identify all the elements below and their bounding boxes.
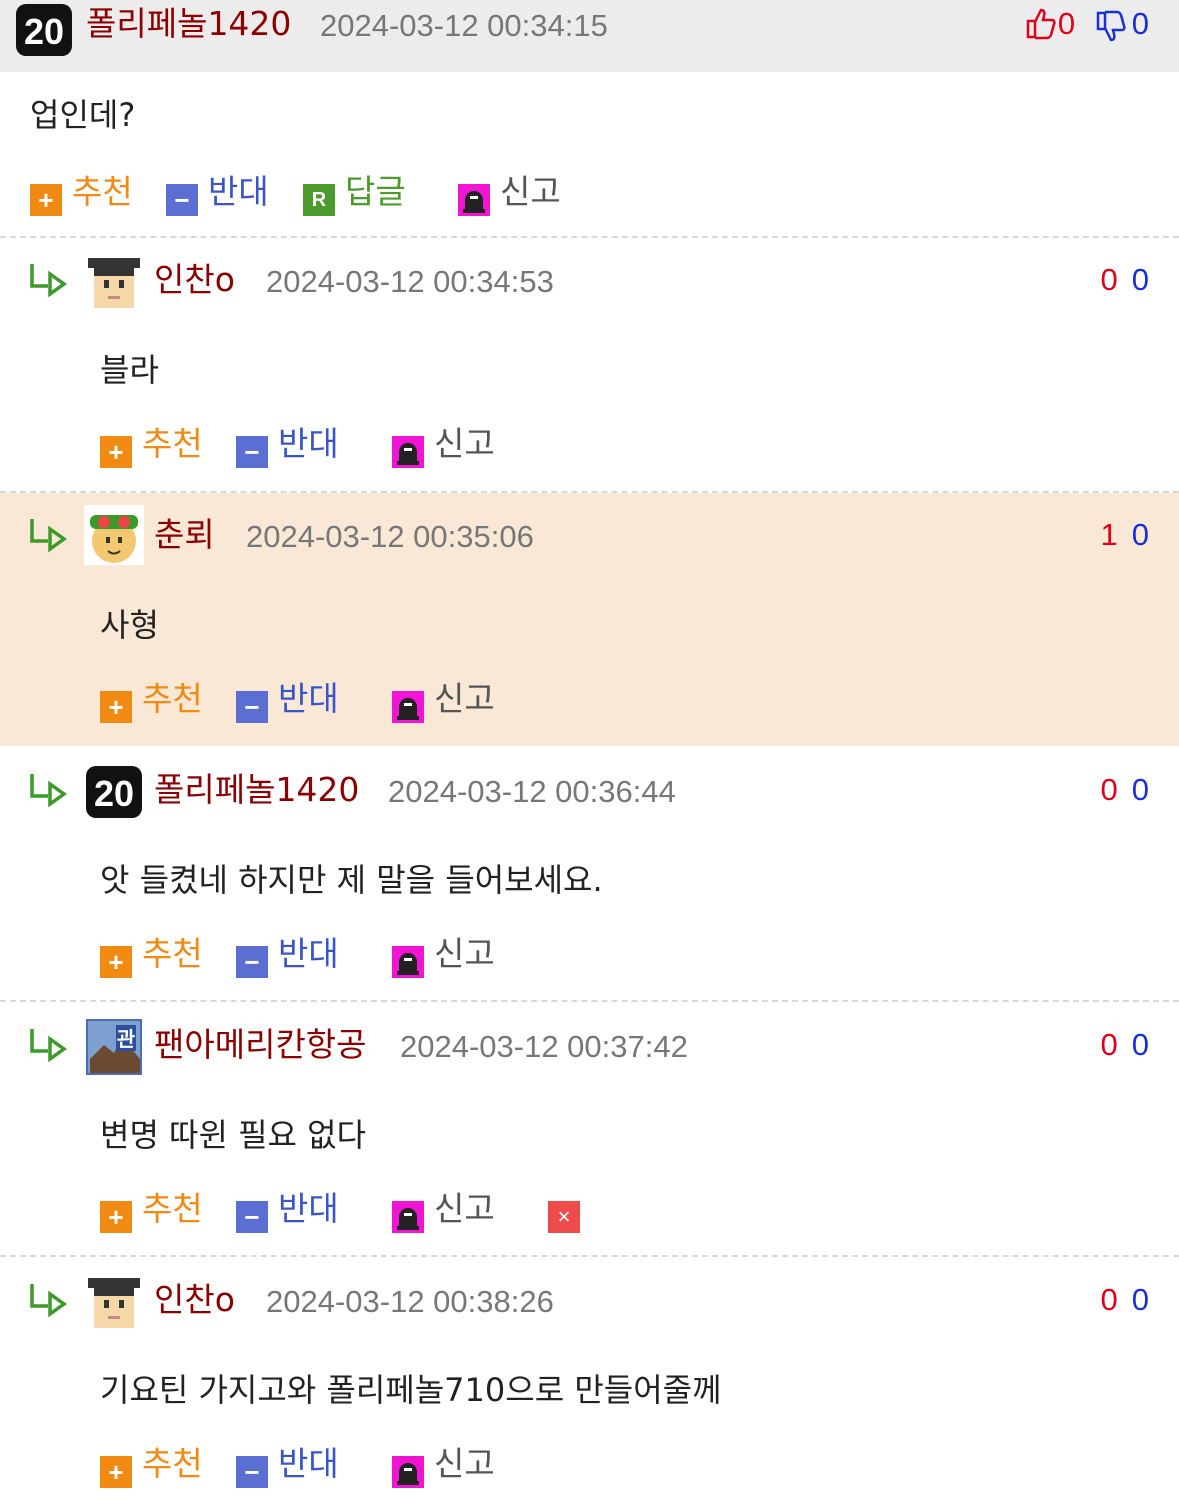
- comment-actions: + 추천 − 반대 R 답글 신고: [30, 172, 590, 216]
- comment-header: 20 폴리페놀1420 2024-03-12 00:34:15 0 0: [0, 0, 1179, 72]
- reply-r-icon: R: [303, 184, 335, 216]
- upvote-count: 0: [1100, 1027, 1118, 1062]
- minus-icon: −: [236, 946, 268, 978]
- svg-text:20: 20: [94, 773, 134, 814]
- comment-body: 기요틴 가지고와 폴리페놀710으로 만들어줄께: [100, 1371, 722, 1409]
- thumbs-up-icon[interactable]: [1024, 6, 1058, 40]
- upvote-count: 0: [1100, 772, 1118, 807]
- comment-actions: + 추천 − 반대 신고: [100, 679, 600, 723]
- comment-date: 2024-03-12 00:37:42: [400, 1029, 688, 1064]
- downvote-count: 0: [1131, 517, 1149, 552]
- plus-icon: +: [100, 436, 132, 468]
- siren-icon: [392, 1456, 424, 1488]
- vote-counts: 0 0: [1024, 4, 1149, 44]
- photo-avatar-icon: 관: [86, 1019, 142, 1075]
- comment-divider: [0, 1255, 1179, 1257]
- vote-counts: 00: [1101, 260, 1150, 300]
- comment-item: 인찬o 2024-03-12 00:34:53 00 블라 + 추천 − 반대 신고: [0, 238, 1179, 490]
- reply-arrow-icon: [30, 774, 68, 808]
- downvote-count: 0: [1131, 262, 1149, 297]
- graduate-avatar-icon: [88, 1278, 140, 1328]
- reply-arrow-icon: [30, 1029, 68, 1063]
- reply-arrow-icon: [30, 1284, 68, 1318]
- plus-icon: +: [100, 946, 132, 978]
- minus-icon: −: [166, 184, 198, 216]
- downvote-count: 0: [1131, 6, 1149, 41]
- comment-date: 2024-03-12 00:34:15: [320, 8, 608, 43]
- siren-icon: [392, 436, 424, 468]
- comment-actions: + 추천 − 반대 신고: [100, 1444, 600, 1488]
- thumbs-down-icon[interactable]: [1094, 10, 1128, 44]
- minus-icon: −: [236, 1456, 268, 1488]
- comment-actions: + 추천 − 반대 신고 ×: [100, 1189, 600, 1233]
- close-icon: ×: [548, 1201, 580, 1233]
- downvote-count: 0: [1131, 1027, 1149, 1062]
- plus-icon: +: [100, 691, 132, 723]
- comment-item: 20 폴리페놀1420 2024-03-12 00:36:44 00 앗 들켰네…: [0, 748, 1179, 1000]
- comment-actions: + 추천 − 반대 신고: [100, 424, 600, 468]
- comment-item: 인찬o 2024-03-12 00:38:26 00 기요틴 가지고와 폴리페놀…: [0, 1258, 1179, 1507]
- graduate-avatar-icon: [88, 258, 140, 308]
- siren-icon: [458, 184, 490, 216]
- comment-author[interactable]: 춘뢰: [154, 515, 215, 555]
- comment-author[interactable]: 폴리페놀1420: [86, 4, 291, 44]
- comment-actions: + 추천 − 반대 신고: [100, 934, 600, 978]
- badge-20-icon: 20: [16, 4, 72, 56]
- comment-author[interactable]: 인찬o: [154, 1280, 235, 1320]
- upvote-count: 0: [1100, 262, 1118, 297]
- upvote-count: 0: [1057, 6, 1076, 41]
- vote-counts: 00: [1101, 1025, 1150, 1065]
- comment-date: 2024-03-12 00:36:44: [388, 774, 676, 809]
- upvote-count: 0: [1100, 1282, 1118, 1317]
- comment-item-highlighted: 춘뢰 2024-03-12 00:35:06 10 사형 + 추천 − 반대 신고: [0, 493, 1179, 746]
- comment-author[interactable]: 폴리페놀1420: [154, 770, 359, 810]
- vote-counts: 10: [1101, 515, 1150, 555]
- comment-body: 앗 들켰네 하지만 제 말을 들어보세요.: [100, 861, 603, 899]
- downvote-count: 0: [1131, 772, 1149, 807]
- downvote-count: 0: [1131, 1282, 1149, 1317]
- vote-counts: 00: [1101, 1280, 1150, 1320]
- siren-icon: [392, 691, 424, 723]
- plus-icon: +: [100, 1201, 132, 1233]
- svg-text:20: 20: [24, 11, 64, 52]
- comment-date: 2024-03-12 00:34:53: [266, 264, 554, 299]
- goggles-avatar-icon: [84, 505, 144, 565]
- comment-item: 20 폴리페놀1420 2024-03-12 00:34:15 0 0 업인데?…: [0, 0, 1179, 237]
- reply-arrow-icon: [30, 519, 68, 553]
- badge-20-icon: 20: [86, 766, 142, 818]
- comment-author[interactable]: 인찬o: [154, 260, 235, 300]
- reply-arrow-icon: [30, 264, 68, 298]
- comment-item: 관 팬아메리칸항공 2024-03-12 00:37:42 00 변명 따윈 필…: [0, 1003, 1179, 1255]
- minus-icon: −: [236, 436, 268, 468]
- comment-body: 블라: [100, 351, 159, 389]
- comment-date: 2024-03-12 00:38:26: [266, 1284, 554, 1319]
- comment-divider: [0, 1000, 1179, 1002]
- delete-button[interactable]: ×: [548, 1193, 582, 1233]
- siren-icon: [392, 946, 424, 978]
- comment-body: 변명 따윈 필요 없다: [100, 1116, 367, 1154]
- svg-text:관: 관: [117, 1027, 136, 1051]
- upvote-count: 1: [1100, 517, 1118, 552]
- plus-icon: +: [100, 1456, 132, 1488]
- comment-body: 업인데?: [30, 96, 136, 134]
- vote-counts: 00: [1101, 770, 1150, 810]
- plus-icon: +: [30, 184, 62, 216]
- siren-icon: [392, 1201, 424, 1233]
- comment-author[interactable]: 팬아메리칸항공: [154, 1025, 367, 1065]
- minus-icon: −: [236, 1201, 268, 1233]
- minus-icon: −: [236, 691, 268, 723]
- comment-body: 사형: [100, 606, 159, 644]
- comment-date: 2024-03-12 00:35:06: [246, 519, 534, 554]
